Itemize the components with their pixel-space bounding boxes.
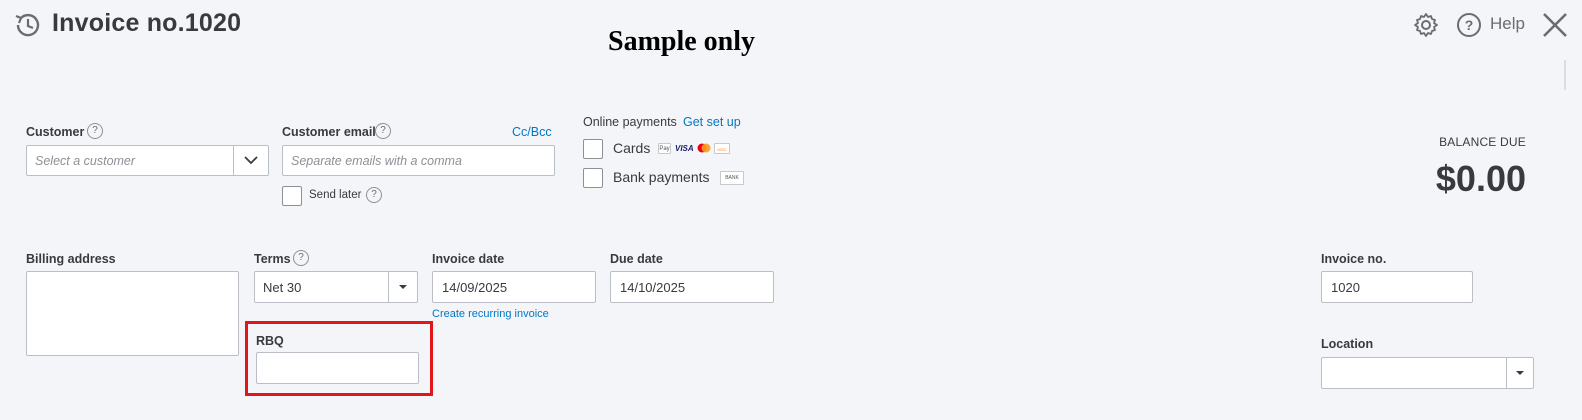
customer-label: Customer [26,125,85,139]
invoice-date-value: 14/09/2025 [442,280,508,295]
send-later-checkbox[interactable] [282,186,302,206]
mastercard-icon [697,143,711,153]
invoice-no-value: 1020 [1331,280,1360,295]
invoice-date-label: Invoice date [432,252,505,266]
billing-address-field[interactable] [26,271,239,356]
due-date-field[interactable]: 14/10/2025 [610,271,774,303]
rbq-field[interactable] [256,352,419,384]
history-icon[interactable] [12,10,42,40]
apple-pay-icon: Pay [658,143,671,154]
help-link[interactable]: Help [1490,14,1525,34]
invoice-no-field[interactable]: 1020 [1321,271,1473,303]
terms-label: Terms [254,252,291,266]
close-icon[interactable] [1540,10,1570,40]
cards-checkbox[interactable] [583,139,603,159]
balance-due-amount: $0.00 [1435,158,1526,199]
bank-payments-checkbox[interactable] [583,168,603,188]
chevron-down-icon[interactable] [243,154,259,166]
dropdown-divider [388,272,389,302]
terms-value: Net 30 [263,280,302,295]
page-title: Invoice no.1020 [52,9,242,37]
bank-payments-label: Bank payments [613,169,710,185]
balance-due-label: BALANCE DUE [1439,135,1526,149]
get-set-up-link[interactable]: Get set up [683,115,741,129]
caret-down-icon[interactable] [397,283,409,291]
due-date-value: 14/10/2025 [620,280,686,295]
sample-watermark: Sample only [608,26,756,57]
online-payments-label: Online payments [583,115,677,129]
email-help-icon[interactable]: ? [375,123,391,139]
scroll-edge [1564,60,1566,90]
create-recurring-invoice-link[interactable]: Create recurring invoice [432,308,549,320]
email-placeholder: Separate emails with a comma [291,154,462,168]
cards-label: Cards [613,140,651,156]
location-select[interactable] [1321,357,1534,389]
send-later-label: Send later [309,189,362,201]
discover-icon: DISC [714,143,730,154]
location-label: Location [1321,337,1374,351]
caret-down-icon[interactable] [1514,369,1526,377]
visa-icon: VISA [675,144,694,153]
svg-text:?: ? [1465,17,1474,33]
terms-help-icon[interactable]: ? [293,250,309,266]
customer-select[interactable]: Select a customer [26,145,269,176]
invoice-date-field[interactable]: 14/09/2025 [432,271,596,303]
due-date-label: Due date [610,252,663,266]
terms-select[interactable]: Net 30 [254,271,418,303]
bank-icon: BANK [720,171,744,185]
help-icon[interactable]: ? [1456,12,1482,38]
gear-icon[interactable] [1412,11,1440,39]
send-later-help-icon[interactable]: ? [366,187,382,203]
customer-email-field[interactable]: Separate emails with a comma [282,145,555,176]
customer-help-icon[interactable]: ? [87,123,103,139]
cc-bcc-link[interactable]: Cc/Bcc [512,125,552,139]
customer-placeholder: Select a customer [35,154,136,168]
customer-email-label: Customer email [282,125,376,139]
billing-address-label: Billing address [26,252,116,266]
rbq-label: RBQ [256,334,284,348]
invoice-no-label: Invoice no. [1321,252,1387,266]
dropdown-divider [233,146,234,175]
dropdown-divider [1506,358,1507,388]
